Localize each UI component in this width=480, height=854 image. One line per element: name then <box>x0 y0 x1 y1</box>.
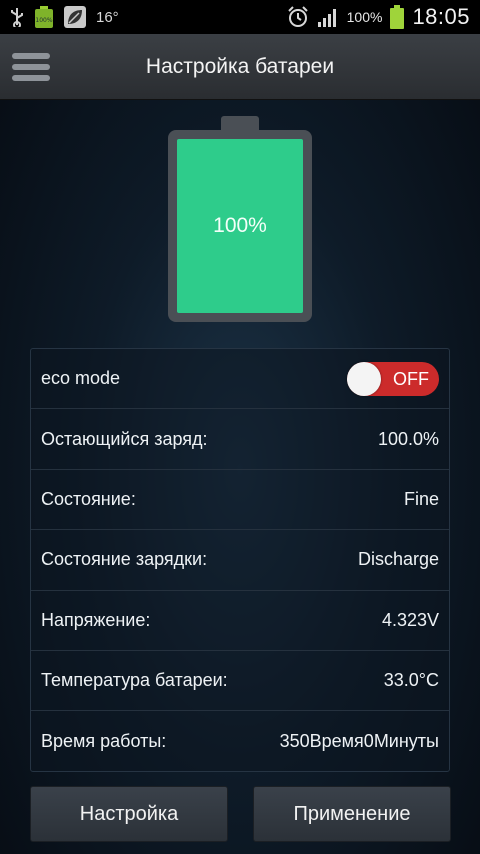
battery-info-table: eco mode OFF Остающийся заряд: 100.0% Со… <box>30 348 450 772</box>
remaining-charge-row: Остающийся заряд: 100.0% <box>31 409 449 470</box>
status-bar: 100% 16° 100% 18:05 <box>0 0 480 34</box>
battery-temperature-label: Температура батареи: <box>41 670 228 691</box>
usb-icon <box>10 6 24 28</box>
charging-status-row: Состояние зарядки: Discharge <box>31 530 449 591</box>
battery-level-text: 100% <box>213 214 267 237</box>
remaining-charge-label: Остающийся заряд: <box>41 428 208 449</box>
charging-status-label: Состояние зарядки: <box>41 549 208 570</box>
voltage-row: Напряжение: 4.323V <box>31 591 449 651</box>
menu-line <box>12 53 50 59</box>
alarm-icon <box>287 6 309 28</box>
voltage-value: 4.323V <box>381 609 439 630</box>
settings-button[interactable]: Настройка <box>30 786 228 842</box>
remaining-charge-value: 100.0% <box>377 428 439 449</box>
toggle-knob <box>347 361 381 396</box>
uptime-value: 350Время0Минуты <box>279 731 439 752</box>
apply-button[interactable]: Применение <box>253 786 451 842</box>
health-label: Состояние: <box>41 488 136 509</box>
hamburger-menu-icon[interactable] <box>12 50 50 84</box>
menu-line <box>12 75 50 81</box>
eco-mode-toggle[interactable]: OFF <box>347 361 439 396</box>
leaf-icon <box>64 6 86 28</box>
eco-mode-label: eco mode <box>41 368 121 389</box>
charging-status-value: Discharge <box>357 549 439 570</box>
battery-icon <box>390 5 405 29</box>
uptime-label: Время работы: <box>41 731 167 752</box>
health-row: Состояние: Fine <box>31 470 449 531</box>
menu-line <box>12 64 50 70</box>
battery-level-fill: 100% <box>177 139 303 313</box>
status-bar-left: 100% 16° <box>10 6 119 28</box>
status-temperature: 16° <box>96 8 119 26</box>
uptime-row: Время работы: 350Время0Минуты <box>31 711 449 771</box>
app-header: Настройка батареи <box>0 34 480 100</box>
health-value: Fine <box>403 488 439 509</box>
page-title: Настройка батареи <box>145 54 335 78</box>
battery-graphic: 100% <box>168 130 312 322</box>
svg-text:100%: 100% <box>35 17 52 24</box>
signal-icon <box>317 6 339 28</box>
battery-notification-icon: 100% <box>34 6 54 28</box>
battery-temperature-value: 33.0°C <box>383 670 439 691</box>
battery-temperature-row: Температура батареи: 33.0°C <box>31 651 449 712</box>
voltage-label: Напряжение: <box>41 609 151 630</box>
status-time: 18:05 <box>412 4 470 29</box>
status-bar-right: 100% 18:05 <box>287 4 470 30</box>
eco-mode-row: eco mode OFF <box>31 349 449 410</box>
toggle-state-text: OFF <box>393 368 429 389</box>
screen: 100% 16° 100% 18:05 Настройка батареи 10… <box>0 0 480 854</box>
status-battery-percent: 100% <box>346 9 383 25</box>
